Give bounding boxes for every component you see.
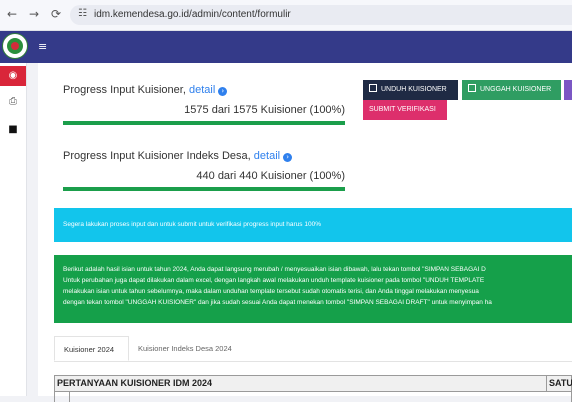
success-alert: Berikut adalah hasil isian untuk tahun 2…	[54, 255, 572, 323]
menu-icon[interactable]: ≡	[38, 40, 47, 53]
tab-bar: Kuisioner 2024 Kuisioner Indeks Desa 202…	[54, 336, 572, 362]
sidebar: ◉ ⎙ ■	[0, 63, 27, 396]
table-row	[54, 392, 572, 402]
alert-line: Untuk perubahan juga dapat dilakukan dal…	[63, 277, 485, 284]
tab-kuisioner-indeks-desa-2024[interactable]: Kuisioner Indeks Desa 2024	[129, 336, 244, 361]
detail-link[interactable]: detail ›	[254, 150, 293, 162]
sidebar-item-folder[interactable]: ■	[0, 120, 26, 140]
browser-chrome: ← → ⟳ ☷ idm.kemendesa.go.id/admin/conten…	[0, 0, 572, 31]
tab-kuisioner-2024[interactable]: Kuisioner 2024	[54, 336, 129, 361]
column-header-pertanyaan: PERTANYAAN KUISIONER IDM 2024	[57, 378, 213, 388]
table-header: PERTANYAAN KUISIONER IDM 2024 SATU	[54, 375, 572, 392]
progress-title-text: Progress Input Kuisioner Indeks Desa,	[63, 150, 251, 162]
url-text[interactable]: idm.kemendesa.go.id/admin/content/formul…	[94, 9, 291, 20]
submit-verifikasi-button[interactable]: SUBMIT VERIFIKASI	[363, 100, 447, 120]
column-divider	[546, 376, 547, 391]
sidebar-item-documents[interactable]: ⎙	[0, 92, 26, 112]
logo-icon	[2, 33, 28, 59]
more-action-button[interactable]	[564, 80, 572, 100]
column-header-satuan: SATU	[549, 378, 572, 388]
unduh-kuisioner-button[interactable]: UNDUH KUISIONER	[363, 80, 458, 100]
detail-link-text[interactable]: detail	[254, 150, 280, 162]
progress-bar-fill	[63, 121, 345, 125]
back-icon[interactable]: ←	[7, 7, 17, 21]
progress-bar-fill	[63, 187, 345, 191]
document-icon: ⎙	[9, 96, 17, 107]
alert-line: dengan tekan tombol "UNGGAH KUISIONER" d…	[63, 299, 492, 306]
progress-title: Progress Input Kuisioner, detail ›	[63, 84, 345, 96]
arrow-right-circle-icon[interactable]: ›	[218, 87, 228, 96]
detail-link-text[interactable]: detail	[189, 84, 215, 96]
progress-title-text: Progress Input Kuisioner,	[63, 84, 186, 96]
info-alert: Segera lakukan proses input dan untuk su…	[54, 208, 572, 242]
main-card: Progress Input Kuisioner, detail › 1575 …	[38, 63, 572, 402]
download-icon	[369, 84, 377, 92]
unggah-kuisioner-button[interactable]: UNGGAH KUISIONER	[462, 80, 561, 100]
upload-icon	[468, 84, 476, 92]
alert-line: melakukan isian untuk tahun sebelumnya, …	[63, 288, 479, 295]
progress-bar	[63, 187, 345, 191]
progress-indeks-desa: Progress Input Kuisioner Indeks Desa, de…	[63, 150, 345, 191]
progress-title: Progress Input Kuisioner Indeks Desa, de…	[63, 150, 345, 162]
forward-icon[interactable]: →	[29, 7, 39, 21]
progress-kuisioner: Progress Input Kuisioner, detail › 1575 …	[63, 84, 345, 125]
sidebar-item-dashboard[interactable]: ◉	[0, 66, 26, 86]
progress-bar	[63, 121, 345, 125]
arrow-right-circle-icon[interactable]: ›	[283, 153, 293, 162]
dashboard-icon: ◉	[8, 70, 18, 81]
site-info-icon[interactable]: ☷	[78, 8, 87, 19]
unggah-kuisioner-label: UNGGAH KUISIONER	[480, 86, 552, 93]
progress-count: 440 dari 440 Kuisioner (100%)	[196, 170, 345, 182]
progress-count: 1575 dari 1575 Kuisioner (100%)	[184, 104, 345, 116]
address-bar[interactable]: ☷ idm.kemendesa.go.id/admin/content/form…	[70, 5, 572, 25]
folder-icon: ■	[8, 124, 18, 135]
unduh-kuisioner-label: UNDUH KUISIONER	[381, 86, 447, 93]
submit-verifikasi-label: SUBMIT VERIFIKASI	[369, 106, 436, 113]
table-cell-divider	[69, 392, 70, 402]
detail-link[interactable]: detail ›	[189, 84, 228, 96]
reload-icon[interactable]: ⟳	[51, 7, 61, 21]
app-header	[0, 31, 572, 63]
alert-line: Berikut adalah hasil isian untuk tahun 2…	[63, 266, 486, 273]
